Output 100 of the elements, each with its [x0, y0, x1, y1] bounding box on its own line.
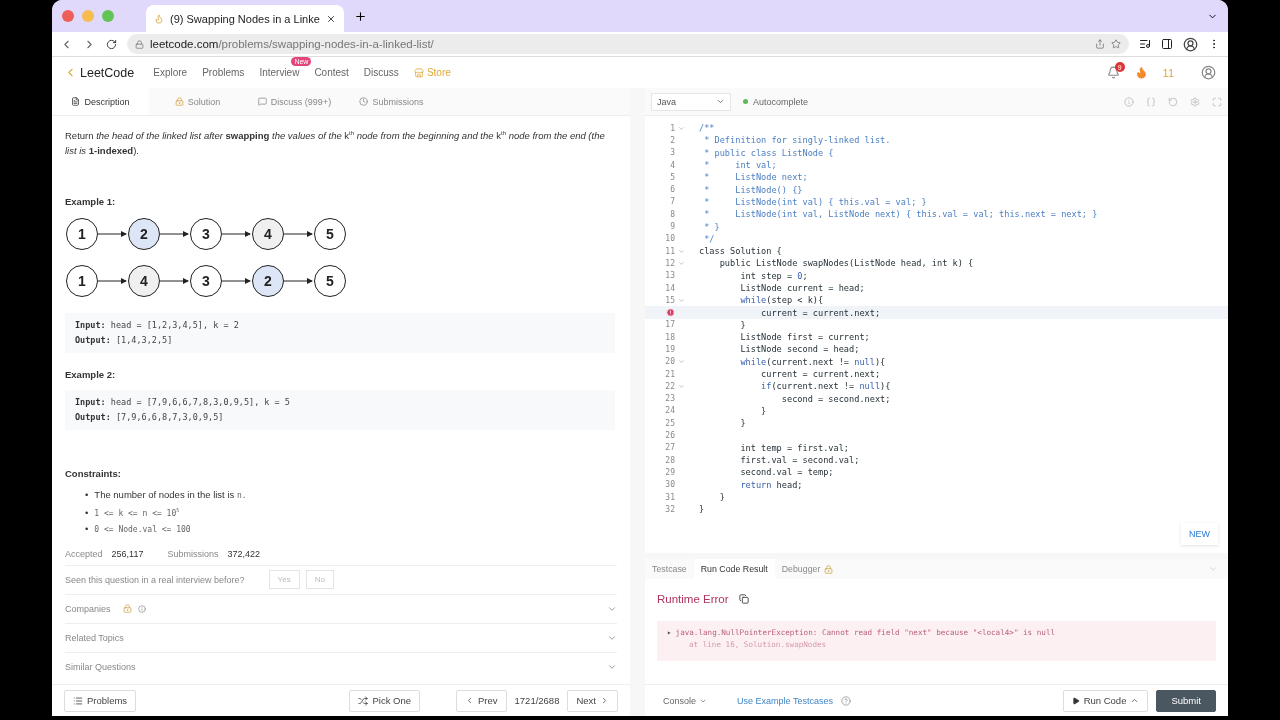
help-icon[interactable]	[840, 695, 851, 706]
line-number: 26	[665, 431, 675, 441]
clock-icon	[359, 97, 369, 106]
accordion-title[interactable]: Related Topics	[65, 632, 124, 643]
bookmark-star-icon[interactable]	[1111, 39, 1121, 49]
next-button[interactable]: Next	[567, 689, 618, 712]
code-line: second = second.next;	[780, 393, 891, 404]
fold-icon[interactable]	[677, 358, 685, 366]
browser-tab[interactable]: (9) Swapping Nodes in a Linke	[146, 5, 344, 32]
list-node: 2	[252, 265, 284, 298]
nav-link[interactable]: Discuss	[363, 67, 399, 78]
list-node: 2	[128, 218, 160, 251]
pick-one-button[interactable]: Pick One	[349, 689, 420, 712]
accordion-title[interactable]: Similar Questions	[65, 661, 136, 672]
line-number: 7	[670, 197, 675, 207]
settings-icon[interactable]	[1190, 96, 1200, 107]
line-number: 22	[665, 381, 675, 391]
problem-counter: 1721/2688	[514, 695, 560, 706]
close-window-button[interactable]	[62, 10, 74, 22]
line-number: 19	[665, 345, 675, 354]
reload-icon[interactable]	[106, 38, 117, 50]
line-number: 28	[665, 455, 675, 465]
fold-icon[interactable]	[677, 296, 685, 304]
lock-icon	[122, 604, 132, 614]
panel-tab[interactable]: Submissions	[343, 88, 440, 115]
minimize-window-button[interactable]	[82, 10, 94, 22]
fullscreen-icon[interactable]	[1212, 96, 1222, 107]
copy-icon[interactable]	[738, 594, 749, 604]
code-line: current = current.next;	[760, 369, 881, 380]
close-icon	[325, 13, 336, 24]
reset-icon[interactable]	[1168, 96, 1178, 107]
problems-button[interactable]: Problems	[64, 689, 137, 712]
example-testcases-link[interactable]: Use Example Testcases	[737, 695, 833, 706]
code-line: class Solution {	[699, 246, 782, 257]
nav-link[interactable]: Explore	[153, 67, 188, 78]
list-node: 4	[128, 265, 160, 298]
nav-link[interactable]: Problems	[202, 67, 245, 78]
line-number: 4	[670, 160, 675, 170]
notifications-icon[interactable]	[1106, 66, 1120, 79]
new-button[interactable]: NEW	[1181, 523, 1218, 545]
fold-icon[interactable]	[677, 247, 685, 255]
info-icon[interactable]	[1124, 96, 1134, 107]
line-number: 17	[665, 320, 675, 330]
autocomplete-toggle[interactable]: Autocomplete	[743, 96, 809, 107]
fold-icon[interactable]	[677, 382, 685, 390]
code-line: current = current.next;	[760, 307, 881, 318]
collapse-icon[interactable]	[1208, 564, 1218, 574]
info-icon	[137, 604, 146, 613]
line-number: 30	[665, 480, 675, 490]
share-icon[interactable]	[1095, 39, 1105, 49]
code-line: int step = 0;	[739, 270, 808, 281]
submit-button[interactable]: Submit	[1156, 689, 1216, 712]
line-number: 6	[670, 185, 675, 195]
nav-link[interactable]: Contest	[314, 67, 349, 78]
braces-icon[interactable]	[1146, 96, 1156, 107]
result-tab[interactable]: Testcase	[645, 559, 694, 579]
list-node: 3	[190, 265, 222, 298]
code-line: while(current.next != null){	[739, 356, 886, 367]
example-title: Example 2:	[65, 369, 117, 381]
result-tab[interactable]: Run Code Result	[693, 559, 775, 579]
fold-icon[interactable]	[677, 124, 685, 132]
line-number: 5	[670, 172, 675, 182]
prev-button[interactable]: Prev	[456, 689, 507, 712]
line-number: 27	[665, 443, 675, 453]
language-select[interactable]: Java	[651, 92, 731, 111]
code-line: }	[699, 504, 705, 515]
code-line: if(current.next != null){	[760, 381, 891, 392]
arrow	[283, 231, 313, 238]
play-icon	[1071, 696, 1080, 705]
code-line: * ListNode(int val) { this.val = val; }	[703, 196, 927, 207]
bullet: •	[85, 505, 89, 520]
arrow	[159, 278, 189, 285]
code-line: }	[739, 418, 746, 429]
console-button[interactable]: Console	[657, 694, 714, 707]
arrow	[221, 278, 251, 285]
nav-link[interactable]: Interview	[259, 67, 300, 78]
site-icon	[154, 13, 164, 24]
url-text: leetcode.com/problems/swapping-nodes-in-a-linked-list/	[150, 38, 434, 50]
stat: Submissions 372,422	[167, 548, 260, 559]
address-bar[interactable]: leetcode.com/problems/swapping-nodes-in-a-linked-list/	[127, 34, 1129, 54]
line-number: 2	[670, 135, 675, 145]
chevron-left-icon	[465, 696, 474, 705]
panel-tab[interactable]: Description	[52, 88, 149, 115]
media-icon[interactable]	[1139, 38, 1151, 50]
panel-tab[interactable]: Discuss (999+)	[246, 88, 343, 115]
fold-icon[interactable]	[677, 259, 685, 267]
accordion-title[interactable]: Companies	[65, 603, 111, 614]
avatar[interactable]	[1183, 36, 1198, 52]
run-code-button[interactable]: Run Code	[1062, 689, 1149, 712]
stat: Accepted 256,117	[65, 548, 144, 559]
constraint-code: 0 <= Node.val <= 100	[94, 523, 191, 536]
new-tab-icon[interactable]	[353, 9, 367, 23]
lock-icon	[135, 39, 144, 49]
list-node: 5	[314, 265, 346, 298]
panel-tab[interactable]: Solution	[149, 88, 246, 115]
result-tab[interactable]: Debugger	[774, 559, 841, 579]
maximize-window-button[interactable]	[102, 10, 114, 22]
logo[interactable]: LeetCode	[64, 65, 135, 80]
side-panel-icon[interactable]	[1161, 38, 1173, 50]
profile-icon[interactable]	[1201, 65, 1216, 80]
